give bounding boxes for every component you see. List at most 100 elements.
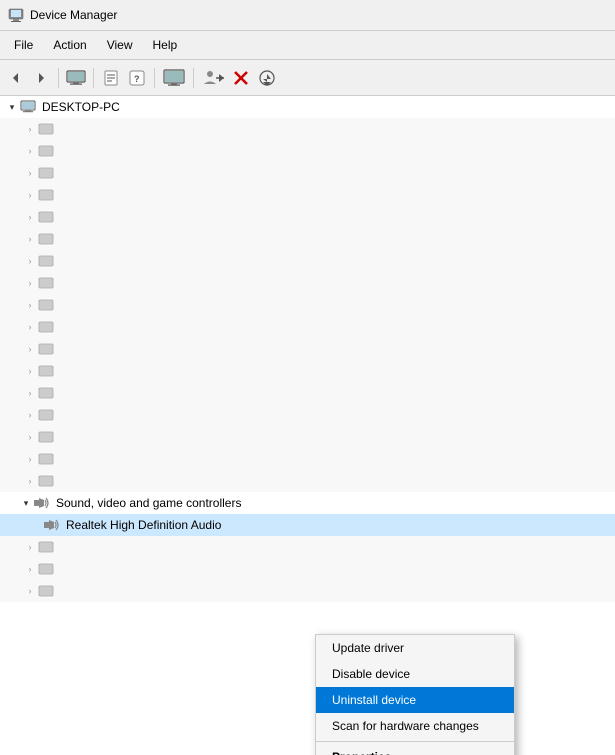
tree-item-15[interactable]: › [0, 426, 615, 448]
item-icon-7 [38, 253, 54, 269]
root-label: DESKTOP-PC [42, 100, 120, 114]
uninstall-button[interactable] [229, 66, 253, 90]
item-icon-1 [38, 121, 54, 137]
item-icon-a1 [38, 539, 54, 555]
context-disable-device[interactable]: Disable device [316, 661, 514, 687]
item-icon-a3 [38, 583, 54, 599]
tree-item-11[interactable]: › [0, 338, 615, 360]
item-icon-17 [38, 473, 54, 489]
back-button[interactable] [4, 66, 28, 90]
tree-item-16[interactable]: › [0, 448, 615, 470]
item-label-15 [58, 430, 118, 444]
sound-controllers-label: Sound, video and game controllers [56, 496, 241, 510]
forward-button[interactable] [29, 66, 53, 90]
item-label-6 [58, 232, 121, 246]
item-icon-9 [38, 297, 54, 313]
item-label-3 [58, 166, 118, 180]
tree-root[interactable]: ▾ DESKTOP-PC [0, 96, 615, 118]
item-icon-14 [38, 407, 54, 423]
uninstall-icon [233, 70, 249, 86]
tree-item-9[interactable]: › [0, 294, 615, 316]
tree-after-2[interactable]: › [0, 558, 615, 580]
properties-icon [102, 69, 120, 87]
tree-item-1[interactable]: › [0, 118, 615, 140]
toolbar: ? [0, 60, 615, 96]
tree-item-5[interactable]: › [0, 206, 615, 228]
item-label-10 [58, 320, 105, 334]
monitor-button[interactable] [160, 66, 188, 90]
computer-button[interactable] [64, 66, 88, 90]
item-icon-12 [38, 363, 54, 379]
context-separator [316, 741, 514, 742]
expand-16: › [22, 451, 38, 467]
context-scan-hardware[interactable]: Scan for hardware changes [316, 713, 514, 739]
expand-15: › [22, 429, 38, 445]
back-icon [9, 71, 23, 85]
forward-icon [34, 71, 48, 85]
item-icon-6 [38, 231, 54, 247]
item-icon-3 [38, 165, 54, 181]
main-area: ▾ DESKTOP-PC › › [0, 96, 615, 755]
toolbar-sep-2 [93, 68, 94, 88]
properties-button[interactable] [99, 66, 123, 90]
monitor-icon [162, 69, 186, 87]
tree-item-6[interactable]: › [0, 228, 615, 250]
tree-item-8[interactable]: › [0, 272, 615, 294]
tree-realtek[interactable]: Realtek High Definition Audio [0, 514, 615, 536]
item-label-8 [58, 276, 95, 290]
menu-file[interactable]: File [4, 34, 43, 56]
expand-10: › [22, 319, 38, 335]
tree-item-7[interactable]: › [0, 250, 615, 272]
tree-item-10[interactable]: › [0, 316, 615, 338]
context-update-driver[interactable]: Update driver [316, 635, 514, 661]
update-driver-icon [202, 69, 224, 87]
menu-help[interactable]: Help [143, 34, 188, 56]
context-properties[interactable]: Properties [316, 744, 514, 755]
item-label-a2 [58, 562, 101, 576]
context-menu: Update driver Disable device Uninstall d… [315, 634, 515, 755]
computer-icon [66, 70, 86, 86]
toolbar-sep-1 [58, 68, 59, 88]
item-icon-2 [38, 143, 54, 159]
expand-7: › [22, 253, 38, 269]
expand-4: › [22, 187, 38, 203]
context-uninstall-device[interactable]: Uninstall device [316, 687, 514, 713]
tree-panel[interactable]: ▾ DESKTOP-PC › › [0, 96, 615, 755]
scan-button[interactable] [255, 66, 279, 90]
item-label-a3 [58, 584, 118, 598]
tree-item-17[interactable]: › [0, 470, 615, 492]
menu-view[interactable]: View [97, 34, 143, 56]
item-label-1 [58, 123, 119, 135]
item-label-9 [58, 298, 115, 312]
tree-item-12[interactable]: › [0, 360, 615, 382]
tree-after-3[interactable]: › [0, 580, 615, 602]
svg-text:?: ? [134, 74, 140, 84]
expand-a2: › [22, 561, 38, 577]
tree-item-13[interactable]: › [0, 382, 615, 404]
tree-item-3[interactable]: › [0, 162, 615, 184]
item-label-5 [58, 210, 111, 224]
item-icon-10 [38, 319, 54, 335]
item-icon-11 [38, 341, 54, 357]
nav-group [4, 66, 53, 90]
update-driver-button[interactable] [199, 66, 227, 90]
help-icon: ? [128, 69, 146, 87]
scan-icon [258, 69, 276, 87]
realtek-label: Realtek High Definition Audio [66, 518, 221, 532]
toolbar-sep-4 [193, 68, 194, 88]
tree-sound-controllers[interactable]: ▾ Sound, video and game controllers [0, 492, 615, 514]
menu-action[interactable]: Action [43, 34, 96, 56]
item-label-2 [58, 144, 98, 158]
help-button[interactable]: ? [125, 66, 149, 90]
tree-item-4[interactable]: › [0, 184, 615, 206]
tree-after-1[interactable]: › [0, 536, 615, 558]
tree-item-2[interactable]: › [0, 140, 615, 162]
toolbar-sep-3 [154, 68, 155, 88]
item-label-14 [58, 408, 98, 422]
tree-item-14[interactable]: › [0, 404, 615, 426]
item-icon-16 [38, 451, 54, 467]
item-label-11 [58, 342, 121, 356]
item-icon-a2 [38, 561, 54, 577]
item-label-16 [58, 452, 101, 466]
expand-5: › [22, 209, 38, 225]
